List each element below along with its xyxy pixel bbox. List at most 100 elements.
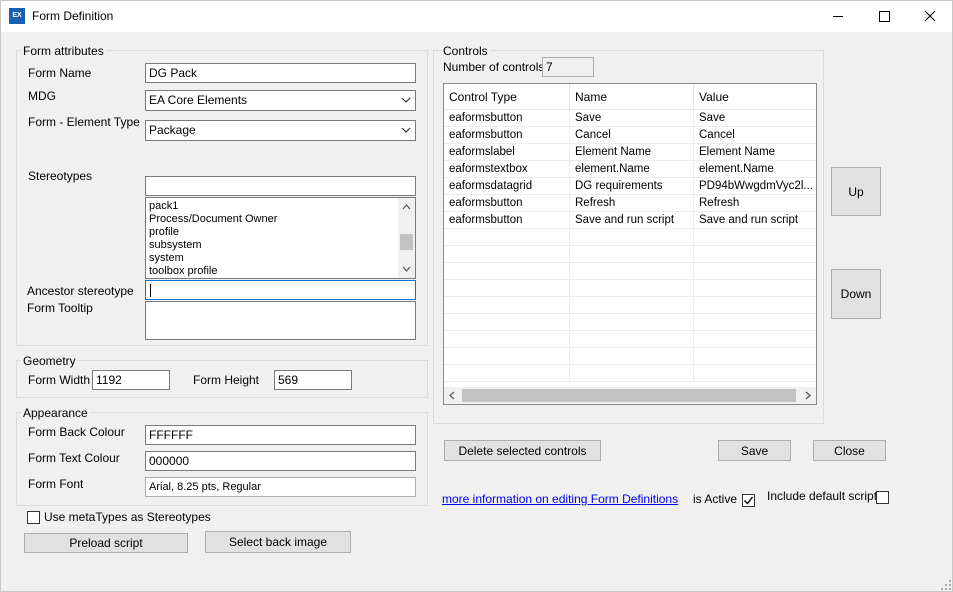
table-cell[interactable]: PD94bWwgdmVyc2l... xyxy=(694,178,816,195)
resize-grip-icon[interactable] xyxy=(940,579,952,591)
list-item[interactable]: pack1 xyxy=(146,200,415,213)
table-cell[interactable] xyxy=(570,263,694,280)
list-item[interactable]: profile xyxy=(146,226,415,239)
column-header-value[interactable]: Value xyxy=(694,84,816,110)
table-cell[interactable]: Element Name xyxy=(694,144,816,161)
include-default-script-checkbox[interactable] xyxy=(876,491,889,504)
element-type-select[interactable]: Package xyxy=(145,120,416,141)
close-window-button[interactable] xyxy=(907,0,953,32)
table-row[interactable]: eaformstextbox element.Name element.Name xyxy=(444,161,816,178)
list-item[interactable]: system xyxy=(146,252,415,265)
table-cell[interactable] xyxy=(570,314,694,331)
table-row[interactable]: eaformsdatagrid DG requirements PD94bWwgdm… xyxy=(444,178,816,195)
table-row[interactable]: eaformslabel Element Name Element Name xyxy=(444,144,816,161)
preload-script-button[interactable]: Preload script xyxy=(24,533,188,553)
table-row[interactable]: eaformsbutton Save Save xyxy=(444,110,816,127)
table-cell[interactable] xyxy=(444,297,570,314)
table-cell[interactable]: Refresh xyxy=(694,195,816,212)
list-scrollbar[interactable] xyxy=(398,198,415,278)
table-cell[interactable]: Save and run script xyxy=(694,212,816,229)
back-colour-input[interactable]: FFFFFF xyxy=(145,425,416,445)
table-row[interactable]: eaformsbutton Save and run script Save and… xyxy=(444,212,816,229)
ancestor-stereotype-input[interactable] xyxy=(145,280,416,300)
table-cell[interactable] xyxy=(570,246,694,263)
table-cell[interactable] xyxy=(694,246,816,263)
up-button[interactable]: Up xyxy=(831,167,881,216)
table-cell[interactable] xyxy=(444,365,570,382)
table-cell[interactable] xyxy=(444,280,570,297)
table-cell[interactable] xyxy=(444,229,570,246)
use-metatypes-checkbox[interactable] xyxy=(27,511,40,524)
column-header-name[interactable]: Name xyxy=(570,84,694,110)
table-cell[interactable] xyxy=(570,229,694,246)
table-row[interactable] xyxy=(444,229,816,246)
save-button[interactable]: Save xyxy=(718,440,791,461)
controls-grid[interactable]: Control Type Name Value eaformsbutton Sav… xyxy=(443,83,817,405)
table-cell[interactable]: Refresh xyxy=(570,195,694,212)
table-cell[interactable] xyxy=(694,365,816,382)
table-row[interactable] xyxy=(444,314,816,331)
list-item[interactable]: subsystem xyxy=(146,239,415,252)
table-cell[interactable] xyxy=(694,348,816,365)
table-cell[interactable]: eaformslabel xyxy=(444,144,570,161)
table-cell[interactable] xyxy=(444,263,570,280)
table-cell[interactable]: eaformsbutton xyxy=(444,110,570,127)
table-cell[interactable] xyxy=(444,246,570,263)
table-cell[interactable] xyxy=(694,314,816,331)
table-cell[interactable] xyxy=(694,263,816,280)
table-row[interactable] xyxy=(444,331,816,348)
table-row[interactable]: eaformsbutton Refresh Refresh xyxy=(444,195,816,212)
mdg-select[interactable]: EA Core Elements xyxy=(145,90,416,111)
table-row[interactable] xyxy=(444,263,816,280)
table-cell[interactable] xyxy=(570,365,694,382)
close-button[interactable]: Close xyxy=(813,440,886,461)
table-cell[interactable]: Cancel xyxy=(694,127,816,144)
table-cell[interactable]: Save xyxy=(694,110,816,127)
list-item[interactable]: toolbox profile xyxy=(146,265,415,278)
table-cell[interactable]: DG requirements xyxy=(570,178,694,195)
down-button[interactable]: Down xyxy=(831,269,881,319)
form-tooltip-input[interactable] xyxy=(145,301,416,340)
table-row[interactable]: eaformsbutton Cancel Cancel xyxy=(444,127,816,144)
column-header-control-type[interactable]: Control Type xyxy=(444,84,570,110)
table-row[interactable] xyxy=(444,348,816,365)
table-row[interactable] xyxy=(444,365,816,382)
table-cell[interactable] xyxy=(570,331,694,348)
table-cell[interactable] xyxy=(694,280,816,297)
table-cell[interactable] xyxy=(694,331,816,348)
minimize-button[interactable] xyxy=(815,0,861,32)
scroll-thumb[interactable] xyxy=(400,234,413,250)
list-item[interactable]: Process/Document Owner xyxy=(146,213,415,226)
table-row[interactable] xyxy=(444,280,816,297)
table-cell[interactable] xyxy=(570,297,694,314)
table-cell[interactable] xyxy=(570,280,694,297)
form-height-input[interactable]: 569 xyxy=(274,370,352,390)
table-cell[interactable]: Element Name xyxy=(570,144,694,161)
table-cell[interactable]: Cancel xyxy=(570,127,694,144)
table-cell[interactable]: element.Name xyxy=(570,161,694,178)
table-cell[interactable] xyxy=(570,348,694,365)
select-back-image-button[interactable]: Select back image xyxy=(205,531,351,553)
table-cell[interactable] xyxy=(694,297,816,314)
table-cell[interactable]: Save xyxy=(570,110,694,127)
table-cell[interactable]: eaformsdatagrid xyxy=(444,178,570,195)
table-row[interactable] xyxy=(444,297,816,314)
form-width-input[interactable]: 1192 xyxy=(92,370,170,390)
table-cell[interactable]: eaformsbutton xyxy=(444,127,570,144)
table-cell[interactable] xyxy=(444,314,570,331)
table-cell[interactable] xyxy=(694,229,816,246)
grid-horizontal-scrollbar[interactable] xyxy=(444,387,816,404)
more-info-link[interactable]: more information on editing Form Definit… xyxy=(442,492,678,506)
table-cell[interactable]: Save and run script xyxy=(570,212,694,229)
table-cell[interactable] xyxy=(444,331,570,348)
stereotype-list[interactable]: pack1 Process/Document Owner profile sub… xyxy=(145,197,416,279)
table-cell[interactable] xyxy=(444,348,570,365)
text-colour-input[interactable]: 000000 xyxy=(145,451,416,471)
table-cell[interactable]: eaformstextbox xyxy=(444,161,570,178)
table-cell[interactable]: eaformsbutton xyxy=(444,212,570,229)
table-cell[interactable]: element.Name xyxy=(694,161,816,178)
scroll-thumb[interactable] xyxy=(462,389,796,402)
table-row[interactable] xyxy=(444,246,816,263)
form-name-input[interactable]: DG Pack xyxy=(145,63,416,83)
stereotypes-input[interactable] xyxy=(145,176,416,196)
